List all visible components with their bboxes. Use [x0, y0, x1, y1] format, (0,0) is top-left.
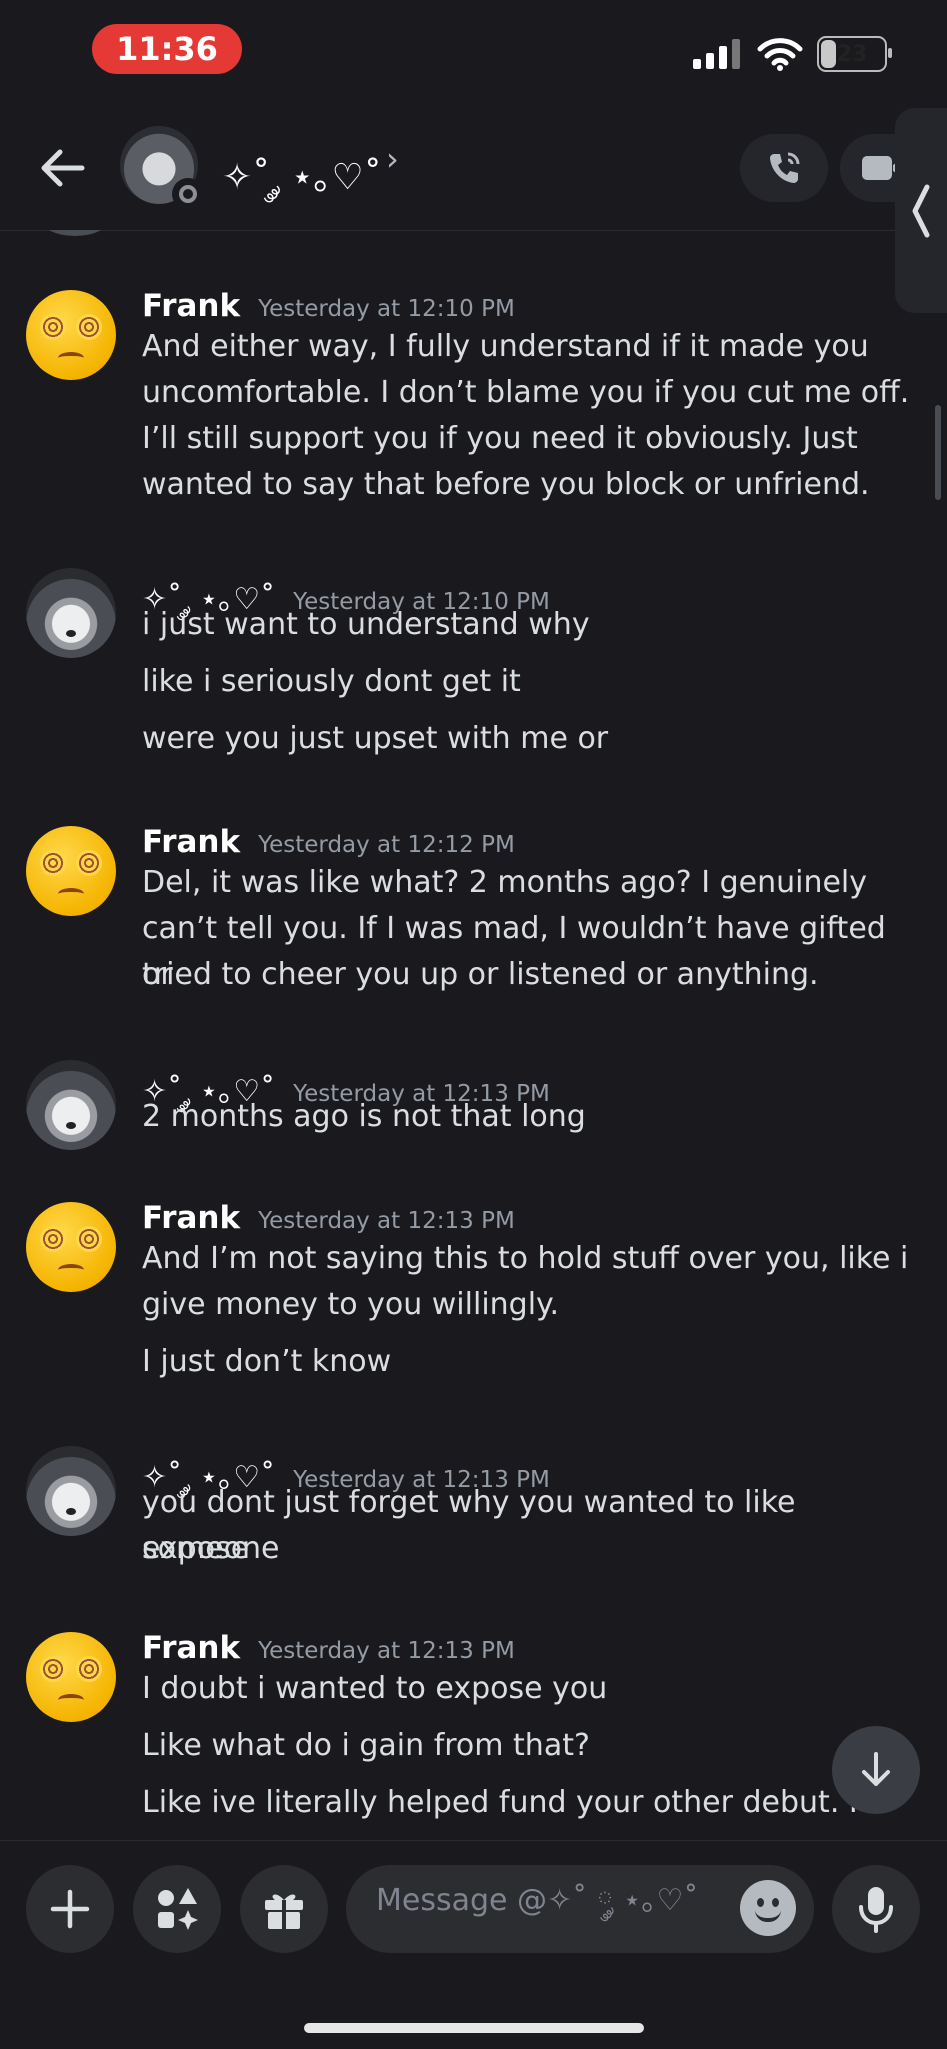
back-arrow-icon[interactable]	[36, 142, 88, 194]
author-name[interactable]: Frank	[142, 1630, 240, 1666]
channel-chevron[interactable]: ›	[386, 140, 399, 178]
message-text: wanted to say that before you block or u…	[142, 467, 870, 502]
clipped-previous-message	[0, 230, 947, 240]
battery-fill	[821, 40, 837, 68]
timestamp: Yesterday at 12:10 PM	[258, 296, 515, 322]
battery-icon: 23	[817, 36, 892, 72]
dm-header: ✧˚ ༘ ⋆｡♡˚ ›	[0, 100, 947, 231]
message-text: Del, it was like what? 2 months ago? I g…	[142, 865, 868, 900]
author-name[interactable]: Frank	[142, 288, 240, 324]
emoji-icon[interactable]	[740, 1880, 796, 1936]
message-text: like i seriously dont get it	[142, 664, 521, 699]
message-text: give money to you willingly.	[142, 1287, 560, 1322]
message-text: i just want to understand why	[142, 607, 590, 642]
avatar-user[interactable]	[26, 1060, 116, 1150]
avatar-frank[interactable]	[26, 290, 116, 380]
add-attachment-button[interactable]	[26, 1865, 114, 1953]
message-text: tried to cheer you up or listened or any…	[142, 957, 819, 992]
message-text: I doubt i wanted to expose you	[142, 1671, 608, 1706]
author-name[interactable]: Frank	[142, 1200, 240, 1236]
status-icons: 23	[693, 36, 892, 72]
message-composer: Message @✧˚ ༘ ⋆｡♡˚	[0, 1840, 947, 2049]
gift-button[interactable]	[240, 1865, 328, 1953]
avatar-user[interactable]	[26, 1446, 116, 1536]
message-list: Frank Yesterday at 12:10 PM And either w…	[0, 230, 947, 1840]
timestamp: Yesterday at 12:13 PM	[258, 1638, 515, 1664]
status-time: 11:36	[92, 24, 242, 74]
arrow-down-icon	[862, 1752, 890, 1786]
plus-icon	[50, 1889, 90, 1929]
cellular-signal-icon	[693, 39, 740, 69]
message-text: someone	[142, 1531, 280, 1566]
message-input-placeholder: Message @✧˚ ༘ ⋆｡♡˚	[376, 1883, 699, 1918]
voice-message-button[interactable]	[832, 1865, 920, 1953]
message-text: Like what do i gain from that?	[142, 1728, 590, 1763]
home-indicator	[304, 2023, 644, 2033]
message-text: were you just upset with me or	[142, 721, 609, 756]
author-name[interactable]: Frank	[142, 824, 240, 860]
battery-level: 23	[836, 41, 868, 67]
wifi-icon	[757, 38, 803, 71]
header-avatar[interactable]	[120, 126, 204, 210]
timestamp: Yesterday at 12:12 PM	[258, 832, 515, 858]
avatar-user[interactable]	[26, 568, 116, 658]
message-text: 2 months ago is not that long	[142, 1099, 586, 1134]
timestamp: Yesterday at 12:13 PM	[258, 1208, 515, 1234]
phone-call-icon	[770, 152, 800, 183]
message-text: I just don’t know	[142, 1344, 392, 1379]
message-text: Like ive literally helped fund your othe…	[142, 1785, 870, 1820]
channel-name[interactable]: ✧˚ ༘ ⋆｡♡˚	[222, 136, 382, 238]
avatar-frank[interactable]	[26, 1202, 116, 1292]
avatar-frank[interactable]	[26, 826, 116, 916]
avatar-frank[interactable]	[26, 1632, 116, 1722]
microphone-icon	[859, 1887, 893, 1933]
jump-to-present-button[interactable]	[832, 1726, 920, 1814]
status-bar: 11:36 23	[0, 0, 947, 100]
apps-icon	[158, 1888, 198, 1930]
gift-icon	[265, 1894, 303, 1929]
message-text: And either way, I fully understand if it…	[142, 329, 869, 364]
message-text: And I’m not saying this to hold stuff ov…	[142, 1241, 909, 1276]
message-text: uncomfortable. I don’t blame you if you …	[142, 375, 910, 410]
call-button[interactable]	[740, 134, 828, 202]
apps-button[interactable]	[133, 1865, 221, 1953]
message-text: I’ll still support you if you need it ob…	[142, 421, 858, 456]
status-offline-icon	[172, 178, 204, 210]
